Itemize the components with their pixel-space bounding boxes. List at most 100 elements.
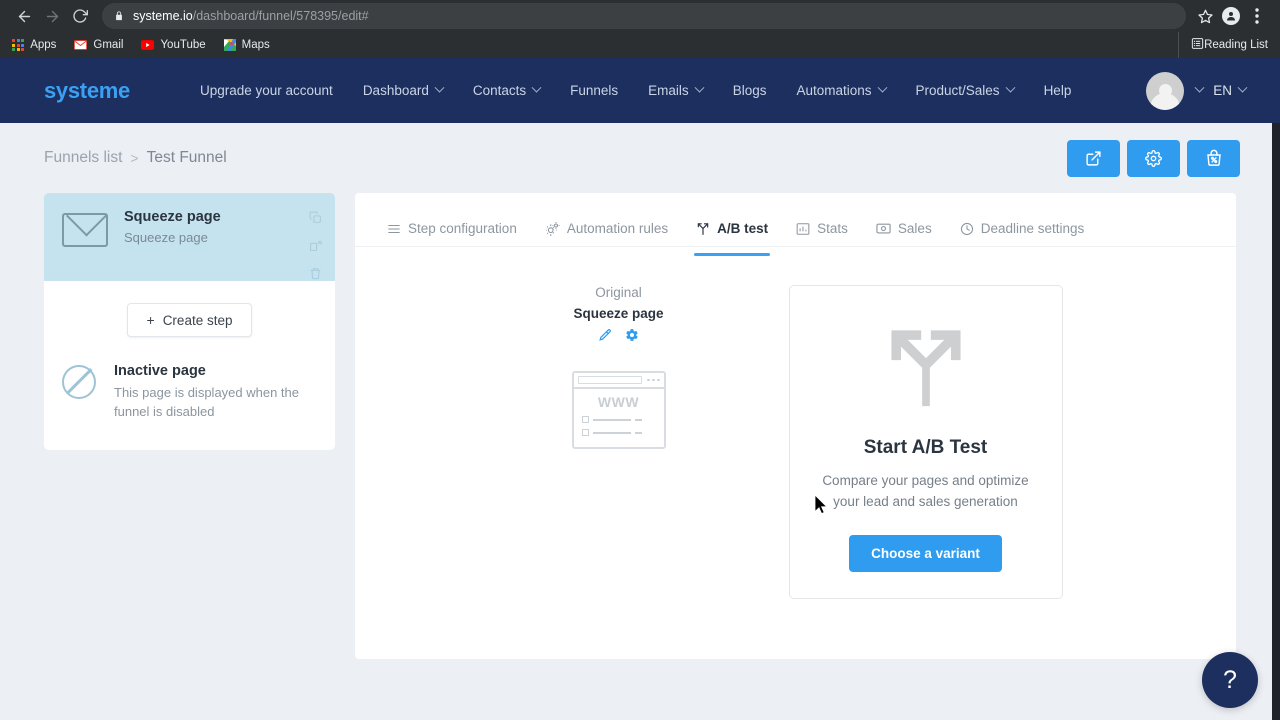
funnel-actions	[1067, 139, 1240, 177]
breadcrumb: Funnels list > Test Funnel	[0, 123, 1280, 193]
page-settings-icon[interactable]	[625, 328, 639, 347]
tab-label: Step configuration	[408, 221, 517, 236]
inactive-page-title: Inactive page	[114, 363, 206, 379]
reading-list-button[interactable]: Reading List	[1178, 32, 1268, 58]
bookmark-label: Gmail	[93, 39, 124, 51]
funnel-steps-sidebar: Squeeze page Squeeze page + Create step …	[44, 193, 335, 450]
nav-label: Product/Sales	[915, 83, 1000, 98]
gear-icon	[1145, 149, 1162, 167]
forward-arrow-icon[interactable]	[38, 2, 66, 30]
reload-icon[interactable]	[66, 2, 94, 30]
thumbnail-www-text: WWW	[597, 394, 640, 410]
bookmark-gmail[interactable]: Gmail	[74, 39, 123, 51]
ban-icon	[62, 365, 96, 399]
nav-label: Dashboard	[362, 83, 429, 98]
page-thumbnail[interactable]: WWW	[571, 371, 666, 449]
ab-card-description: Compare your pages and optimize your lea…	[822, 473, 1029, 509]
step-subtitle: Squeeze page	[124, 230, 208, 245]
apps-grid-icon	[12, 38, 25, 52]
step-tabs: Step configuration Automation rules A/B …	[355, 193, 1236, 256]
plus-icon: +	[146, 312, 155, 328]
thumbnail-browser-bar	[573, 373, 664, 389]
duplicate-step-icon[interactable]	[309, 211, 323, 229]
sidebar-lower-panel: + Create step Inactive page This page is…	[44, 281, 335, 450]
preview-button[interactable]	[1067, 139, 1120, 177]
nav-item-dashboard[interactable]: Dashboard	[362, 82, 445, 98]
external-link-icon	[1086, 150, 1101, 166]
breadcrumb-current: Test Funnel	[146, 149, 227, 166]
language-selector[interactable]: EN	[1213, 82, 1248, 98]
edit-page-icon[interactable]	[598, 328, 612, 347]
nav-label: Emails	[648, 83, 689, 98]
youtube-icon	[141, 40, 155, 50]
tab-label: Sales	[897, 221, 932, 236]
step-title: Squeeze page	[124, 209, 221, 225]
nav-item-funnels[interactable]: Funnels	[570, 83, 618, 98]
variant-name: Squeeze page	[573, 306, 664, 321]
clock-icon	[960, 222, 974, 236]
nav-label: Contacts	[472, 83, 527, 98]
delete-step-icon[interactable]	[309, 267, 323, 285]
page-content: Squeeze page Squeeze page + Create step …	[0, 193, 1280, 659]
sales-bag-button[interactable]	[1187, 139, 1240, 177]
shopping-bag-percent-icon	[1206, 149, 1221, 166]
profile-icon[interactable]	[1218, 3, 1244, 29]
nav-item-help[interactable]: Help	[1044, 83, 1072, 98]
sidebar-item-squeeze-page[interactable]: Squeeze page Squeeze page	[44, 193, 335, 281]
tab-stats[interactable]: Stats	[796, 211, 848, 247]
chevron-down-icon	[877, 82, 887, 93]
nav-label: Upgrade your account	[199, 83, 333, 98]
breadcrumb-funnels-list[interactable]: Funnels list	[44, 149, 122, 167]
nav-item-automations[interactable]: Automations	[796, 82, 887, 98]
kebab-menu-icon[interactable]	[1244, 3, 1270, 29]
avatar[interactable]	[1146, 71, 1185, 110]
help-button[interactable]: ?	[1202, 652, 1258, 708]
nav-item-emails[interactable]: Emails	[648, 82, 705, 98]
chevron-down-icon[interactable]	[1194, 82, 1205, 93]
nav-label: Blogs	[732, 83, 767, 98]
primary-nav: Upgrade your account Dashboard Contacts …	[200, 82, 1072, 98]
bookmark-maps[interactable]: Maps	[223, 39, 270, 51]
bookmark-apps[interactable]: Apps	[12, 38, 56, 52]
create-step-button[interactable]: + Create step	[127, 303, 252, 337]
start-ab-test-card: Start A/B Test Compare your pages and op…	[788, 285, 1063, 599]
star-icon[interactable]	[1192, 3, 1218, 29]
bookmark-label: YouTube	[160, 39, 206, 51]
bookmark-youtube[interactable]: YouTube	[141, 39, 206, 51]
step-detail-panel: Step configuration Automation rules A/B …	[355, 193, 1236, 659]
variant-label: Original	[595, 285, 642, 300]
bookmarks-bar: Apps Gmail YouTube Maps Reading List	[0, 32, 1280, 58]
choose-a-variant-button[interactable]: Choose a variant	[849, 534, 1002, 572]
lock-icon	[114, 10, 124, 22]
tab-label: Stats	[817, 221, 848, 236]
chevron-down-icon	[1005, 82, 1016, 93]
tab-deadline-settings[interactable]: Deadline settings	[960, 211, 1085, 247]
nav-item-upgrade[interactable]: Upgrade your account	[200, 83, 333, 98]
url-path: /dashboard/funnel/578395/edit#	[192, 9, 369, 23]
nav-item-blogs[interactable]: Blogs	[733, 83, 767, 98]
url-domain: systeme.io	[133, 9, 193, 23]
step-actions	[309, 211, 323, 285]
tab-sales[interactable]: Sales	[876, 211, 932, 247]
back-arrow-icon[interactable]	[10, 2, 38, 30]
bookmark-label: Maps	[241, 39, 270, 51]
address-bar[interactable]: systeme.io/dashboard/funnel/578395/edit#	[102, 3, 1186, 29]
chevron-down-icon	[531, 82, 542, 93]
systeme-logo[interactable]: systeme	[44, 78, 130, 104]
tab-step-configuration[interactable]: Step configuration	[387, 211, 517, 247]
nav-item-product-sales[interactable]: Product/Sales	[915, 82, 1016, 98]
tab-label: Deadline settings	[980, 221, 1085, 236]
tab-automation-rules[interactable]: Automation rules	[545, 211, 668, 247]
variant-actions	[598, 328, 639, 347]
thumbnail-body: WWW	[574, 389, 664, 447]
nav-right-cluster: EN	[1146, 71, 1248, 110]
clone-step-icon[interactable]	[309, 239, 323, 257]
sidebar-item-inactive-page[interactable]: Inactive page This page is displayed whe…	[44, 363, 335, 450]
chevron-down-icon	[694, 82, 705, 93]
settings-button[interactable]	[1127, 139, 1180, 177]
tab-ab-test[interactable]: A/B test	[694, 211, 771, 256]
ab-test-area: Original Squeeze page WWW Start A/B Test…	[355, 247, 1236, 659]
nav-item-contacts[interactable]: Contacts	[472, 82, 542, 98]
nav-label: Automations	[796, 83, 872, 98]
fork-arrows-icon	[878, 314, 974, 415]
